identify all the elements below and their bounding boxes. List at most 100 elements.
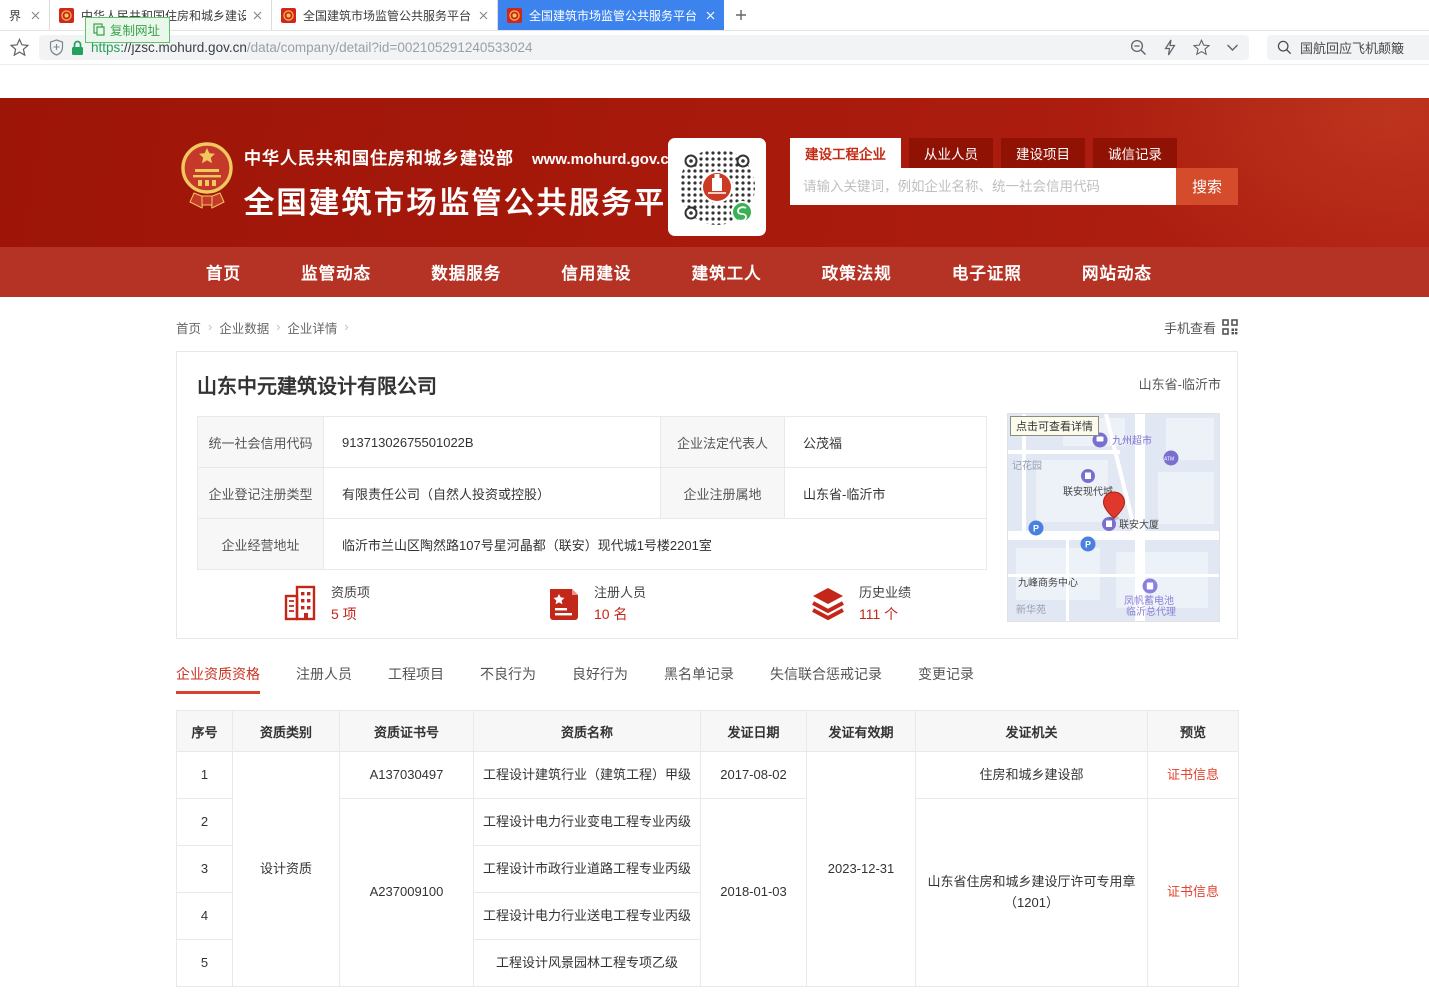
building-icon (283, 584, 319, 622)
mobile-view[interactable]: 手机查看 (1164, 318, 1238, 337)
new-tab-button[interactable] (724, 0, 758, 30)
ministry-name: 中华人民共和国住房和城乡建设部 (244, 144, 514, 169)
location-map[interactable]: 点击可查看详情 (1007, 413, 1220, 622)
company-name: 山东中元建筑设计有限公司 (197, 370, 1217, 399)
stat-registered-personnel: 注册人员 10 名 (460, 582, 723, 624)
nav-item-site-news[interactable]: 网站动态 (1082, 260, 1152, 284)
tab-good-behavior[interactable]: 良好行为 (572, 664, 628, 694)
breadcrumb-home[interactable]: 首页 (176, 318, 201, 337)
nav-item-data-service[interactable]: 数据服务 (431, 260, 501, 284)
cert-no: A137030497 (340, 752, 474, 799)
nav-item-e-license[interactable]: 电子证照 (952, 260, 1022, 284)
page-url[interactable]: https://jzsc.mohurd.gov.cn/data/company/… (91, 40, 1115, 55)
address-bar[interactable]: https://jzsc.mohurd.gov.cn/data/company/… (39, 35, 1249, 60)
qual-name: 工程设计建筑行业（建筑工程）甲级 (474, 752, 701, 799)
stat-qualifications: 资质项 5 项 (197, 582, 460, 624)
search-tab-enterprise[interactable]: 建设工程企业 (790, 138, 901, 168)
map-canvas: 九州超市 ATM 记花园 联安现代城 联安大厦 P P 九峰商务中心 凤帆蓄电池… (1008, 414, 1219, 621)
favorite-star-icon[interactable] (1193, 39, 1210, 56)
search-tab-credit[interactable]: 诚信记录 (1093, 138, 1177, 168)
col-category: 资质类别 (233, 711, 340, 752)
secure-lock-icon (71, 40, 84, 56)
svg-text:ATM: ATM (1164, 457, 1174, 463)
lightning-icon[interactable] (1163, 39, 1177, 56)
row-index: 4 (177, 893, 233, 940)
svg-text:九峰商务中心: 九峰商务中心 (1018, 576, 1078, 589)
breadcrumb-company-detail[interactable]: 企业详情 (287, 318, 337, 337)
reg-type-value: 有限责任公司（自然人投资或控股） (324, 468, 661, 519)
company-summary-card: 山东中元建筑设计有限公司 山东省-临沂市 统一社会信用代码 9137130267… (176, 351, 1238, 639)
tab-bad-behavior[interactable]: 不良行为 (480, 664, 536, 694)
close-icon[interactable] (31, 11, 40, 20)
tab-change-records[interactable]: 变更记录 (918, 664, 974, 694)
national-emblem-logo (180, 138, 234, 212)
keyword-search-input[interactable] (790, 168, 1176, 205)
validity-date: 2023-12-31 (807, 752, 916, 987)
browser-tab-partial[interactable]: 界 (0, 0, 50, 30)
nav-item-policy[interactable]: 政策法规 (822, 260, 892, 284)
row-index: 1 (177, 752, 233, 799)
close-icon[interactable] (479, 11, 488, 20)
stat-value[interactable]: 5 项 (331, 604, 370, 624)
shield-icon[interactable] (49, 39, 64, 56)
col-issue-date: 发证日期 (701, 711, 807, 752)
search-button[interactable]: 搜索 (1176, 168, 1238, 205)
row-index: 3 (177, 846, 233, 893)
quick-search-text: 国航回应飞机颠簸 (1300, 38, 1404, 57)
svg-text:临沂总代理: 临沂总代理 (1126, 605, 1176, 618)
browser-chrome: 界 中华人民共和国住房和城乡建设 全国建筑市场监管公共服务平台 全国建筑市场监管… (0, 0, 1429, 65)
copy-tooltip-label: 复制网址 (110, 20, 160, 39)
nav-item-home[interactable]: 首页 (206, 260, 241, 284)
svg-text:P: P (1033, 524, 1039, 534)
certificate-info-link[interactable]: 证书信息 (1148, 752, 1239, 799)
stat-label: 注册人员 (594, 582, 646, 601)
svg-text:新华苑: 新华苑 (1016, 603, 1046, 616)
browser-tab-active[interactable]: 全国建筑市场监管公共服务平台 (498, 0, 724, 30)
col-index: 序号 (177, 711, 233, 752)
tab-blacklist[interactable]: 黑名单记录 (664, 664, 734, 694)
search-icon (1277, 40, 1292, 55)
nav-item-supervision[interactable]: 监管动态 (301, 260, 371, 284)
chevron-down-icon[interactable] (1226, 43, 1239, 52)
tab-strip: 界 中华人民共和国住房和城乡建设 全国建筑市场监管公共服务平台 全国建筑市场监管… (0, 0, 1429, 31)
site-header: 中华人民共和国住房和城乡建设部 www.mohurd.gov.cn 全国建筑市场… (0, 98, 1429, 297)
search-tab-project[interactable]: 建设项目 (1001, 138, 1085, 168)
certificate-info-link[interactable]: 证书信息 (1148, 799, 1239, 987)
nav-item-credit[interactable]: 信用建设 (561, 260, 631, 284)
qual-name: 工程设计市政行业道路工程专业丙级 (474, 846, 701, 893)
tab-qualifications[interactable]: 企业资质资格 (176, 664, 260, 694)
url-row: https://jzsc.mohurd.gov.cn/data/company/… (0, 31, 1429, 64)
issue-date: 2017-08-02 (701, 752, 807, 799)
tab-label: 全国建筑市场监管公共服务平台 (303, 7, 472, 24)
tab-projects[interactable]: 工程项目 (388, 664, 444, 694)
browser-tab-jzsc[interactable]: 全国建筑市场监管公共服务平台 (272, 0, 498, 30)
url-path: /data/company/detail?id=0021052912405330… (247, 40, 533, 55)
address-value: 临沂市兰山区陶然路107号星河晶都（联安）现代城1号楼2201室 (324, 519, 987, 570)
bookmark-star-icon[interactable] (10, 38, 29, 57)
qual-name: 工程设计电力行业送电工程专业丙级 (474, 893, 701, 940)
close-icon[interactable] (706, 11, 715, 20)
col-cert-no: 资质证书号 (340, 711, 474, 752)
copy-url-tooltip[interactable]: 复制网址 (85, 17, 170, 43)
company-info-table: 统一社会信用代码 91371302675501022B 企业法定代表人 公茂福 … (197, 416, 987, 570)
search-tab-personnel[interactable]: 从业人员 (909, 138, 993, 168)
breadcrumb-company-data[interactable]: 企业数据 (219, 318, 269, 337)
tab-registered-personnel[interactable]: 注册人员 (296, 664, 352, 694)
close-icon[interactable] (253, 11, 262, 20)
address-label: 企业经营地址 (198, 519, 324, 570)
nav-item-workers[interactable]: 建筑工人 (692, 260, 762, 284)
tab-dishonesty[interactable]: 失信联合惩戒记录 (770, 664, 882, 694)
quick-search-box[interactable]: 国航回应飞机颠簸 (1267, 35, 1429, 60)
zoom-out-icon[interactable] (1130, 39, 1147, 56)
svg-text:P: P (1085, 540, 1091, 550)
qr-code-icon (1222, 319, 1238, 335)
copy-icon (93, 23, 105, 36)
stat-value[interactable]: 10 名 (594, 604, 646, 624)
svg-text:联安大厦: 联安大厦 (1119, 518, 1159, 531)
issuing-authority: 山东省住房和城乡建设厅许可专用章（1201） (916, 799, 1148, 987)
col-authority: 发证机关 (916, 711, 1148, 752)
reg-type-label: 企业登记注册类型 (198, 468, 324, 519)
site-search: 建设工程企业 从业人员 建设项目 诚信记录 搜索 (790, 138, 1238, 205)
qual-name: 工程设计风景园林工程专项乙级 (474, 940, 701, 987)
stat-value[interactable]: 111 个 (859, 604, 911, 624)
